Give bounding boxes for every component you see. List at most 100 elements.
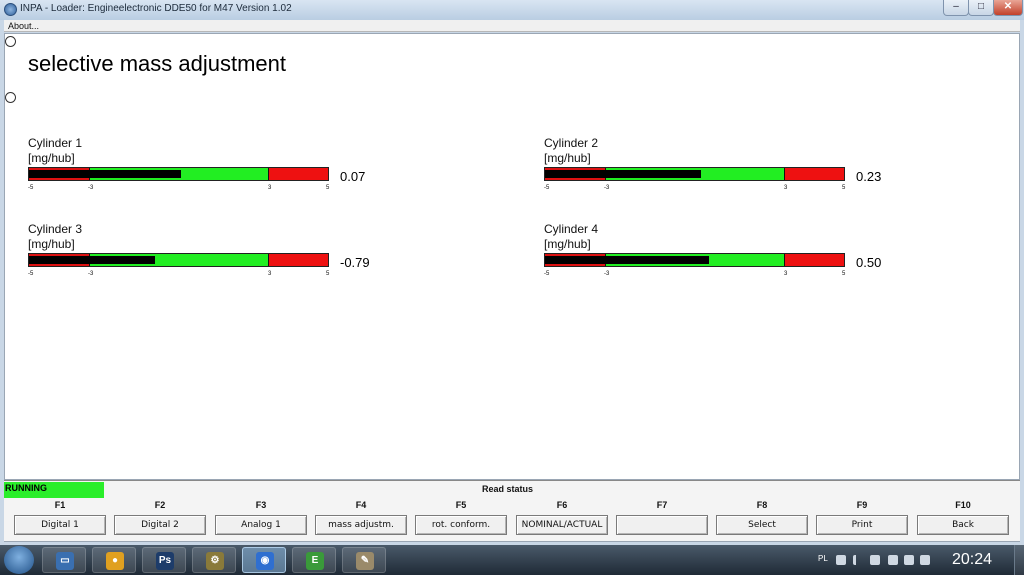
cylinder-unit: [mg/hub]	[544, 151, 591, 165]
fkey-button-f10[interactable]: Back	[917, 515, 1009, 535]
status-text: Read status	[482, 484, 534, 494]
network-app-icon: ▭	[56, 552, 74, 570]
bmw-icon: ◉	[256, 552, 274, 570]
status-bar: RUNNING Read status	[4, 480, 1020, 499]
fkey-f7: F7	[616, 498, 708, 540]
main-panel: selective mass adjustment Cylinder 1 [mg/…	[4, 33, 1020, 480]
close-button[interactable]: ✕	[993, 0, 1023, 16]
bar-value-fill	[29, 256, 155, 264]
cylinder-unit: [mg/hub]	[28, 237, 75, 251]
cylinder-gauge-4: Cylinder 4 [mg/hub] -5 -3 3 5 0.50	[544, 222, 884, 292]
cylinder-name: Cylinder 4	[544, 222, 599, 236]
fkey-f5: F5 rot. conform.	[415, 498, 507, 540]
fkey-button-f4[interactable]: mass adjustm.	[315, 515, 407, 535]
fkey-button-f3[interactable]: Analog 1	[215, 515, 307, 535]
cylinder-gauge-3: Cylinder 3 [mg/hub] -5 -3 3 5 -0.79	[28, 222, 370, 292]
bar-value-fill	[29, 170, 181, 178]
fkey-button-f8[interactable]: Select	[716, 515, 808, 535]
mass-bar	[28, 253, 329, 267]
ediabas-icon: E	[306, 552, 324, 570]
bar-tick-label: 3	[268, 185, 272, 191]
bar-divider	[268, 254, 269, 266]
bar-tick-label: 5	[842, 271, 846, 277]
fkey-button-f9[interactable]: Print	[816, 515, 908, 535]
fkey-f3: F3 Analog 1	[215, 498, 307, 540]
taskbar-app-ediabas[interactable]: E	[292, 547, 336, 573]
bar-red-zone-high	[785, 168, 844, 180]
fkey-f8: F8 Select	[716, 498, 808, 540]
bar-tick-label: -3	[604, 271, 610, 277]
inpa-window: INPA - Loader: Engineelectronic DDE50 fo…	[0, 0, 1024, 545]
cylinder-gauge-1: Cylinder 1 [mg/hub] -5 -3 3 5 0.07	[28, 136, 368, 206]
bar-tick-label: -3	[604, 185, 610, 191]
page-title: selective mass adjustment	[28, 51, 286, 76]
inpa-app-icon	[4, 3, 17, 16]
taskbar-app-paint[interactable]: ✎	[342, 547, 386, 573]
taskbar-app-chrome[interactable]: ●	[92, 547, 136, 573]
radio-button-2[interactable]	[5, 92, 16, 103]
cylinder-gauge-2: Cylinder 2 [mg/hub] -5 -3 3 5 0.23	[544, 136, 884, 206]
bar-divider	[784, 168, 785, 180]
bar-tick-label: -5	[28, 271, 34, 277]
fkey-button-f7[interactable]	[616, 515, 708, 535]
bar-red-zone-high	[269, 254, 328, 266]
mass-bar	[28, 167, 329, 181]
fkey-f1: F1 Digital 1	[14, 498, 106, 540]
fkey-button-f1[interactable]: Digital 1	[14, 515, 106, 535]
cylinder-unit: [mg/hub]	[544, 237, 591, 251]
fkey-label: F10	[955, 500, 971, 510]
photoshop-icon: Ps	[156, 552, 174, 570]
fkey-button-f6[interactable]: NOMINAL/ACTUAL	[516, 515, 608, 535]
menu-item-about[interactable]: About...	[8, 20, 39, 32]
bar-tick-label: -5	[28, 185, 34, 191]
title-bar[interactable]: INPA - Loader: Engineelectronic DDE50 fo…	[0, 0, 1024, 20]
start-button[interactable]	[4, 546, 34, 574]
minimize-button[interactable]: –	[943, 0, 969, 16]
taskbar-app-network-app[interactable]: ▭	[42, 547, 86, 573]
window-title: INPA - Loader: Engineelectronic DDE50 fo…	[20, 3, 292, 14]
cylinder-name: Cylinder 3	[28, 222, 83, 236]
battery-icon[interactable]	[888, 555, 898, 565]
bar-red-zone-high	[785, 254, 844, 266]
radio-button-1[interactable]	[5, 36, 16, 47]
fkey-f4: F4 mass adjustm.	[315, 498, 407, 540]
bar-tick-label: -5	[544, 271, 550, 277]
bar-tick-label: 3	[784, 271, 788, 277]
function-key-bar: F1 Digital 1 F2 Digital 2 F3 Analog 1 F4 mass a…	[4, 498, 1020, 542]
fkey-f6: F6 NOMINAL/ACTUAL	[516, 498, 608, 540]
bar-tick-label: 5	[842, 185, 846, 191]
menu-bar: About...	[4, 20, 1020, 32]
fkey-button-f2[interactable]: Digital 2	[114, 515, 206, 535]
tray-clock[interactable]: 20:24	[952, 551, 992, 569]
cylinder-name: Cylinder 1	[28, 136, 83, 150]
status-running-badge: RUNNING	[4, 482, 104, 499]
tools-icon: ⚙	[206, 552, 224, 570]
taskbar-app-bmw[interactable]: ◉	[242, 547, 286, 573]
fkey-f2: F2 Digital 2	[114, 498, 206, 540]
bar-tick-label: 3	[268, 271, 272, 277]
show-desktop-button[interactable]	[1014, 545, 1024, 575]
network-icon[interactable]	[920, 555, 930, 565]
fkey-label: F3	[255, 500, 267, 510]
volume-icon[interactable]	[904, 555, 914, 565]
show-hidden-icons[interactable]	[853, 555, 859, 565]
maximize-button[interactable]: □	[968, 0, 994, 16]
fkey-label: F6	[556, 500, 568, 510]
chrome-icon: ●	[106, 552, 124, 570]
fkey-f10: F10 Back	[917, 498, 1009, 540]
taskbar-app-photoshop[interactable]: Ps	[142, 547, 186, 573]
fkey-label: F5	[455, 500, 467, 510]
fkey-label: F8	[756, 500, 768, 510]
fkey-button-f5[interactable]: rot. conform.	[415, 515, 507, 535]
cylinder-name: Cylinder 2	[544, 136, 599, 150]
taskbar-app-tools[interactable]: ⚙	[192, 547, 236, 573]
fkey-label: F7	[656, 500, 668, 510]
bar-tick-label: 5	[326, 271, 330, 277]
fkey-label: F1	[54, 500, 66, 510]
keyboard-icon[interactable]	[836, 555, 846, 565]
bar-value-fill	[545, 170, 701, 178]
cylinder-value: 0.23	[856, 169, 882, 184]
flag-icon[interactable]	[870, 555, 880, 565]
tray-language[interactable]: PL	[818, 554, 828, 563]
paint-icon: ✎	[356, 552, 374, 570]
